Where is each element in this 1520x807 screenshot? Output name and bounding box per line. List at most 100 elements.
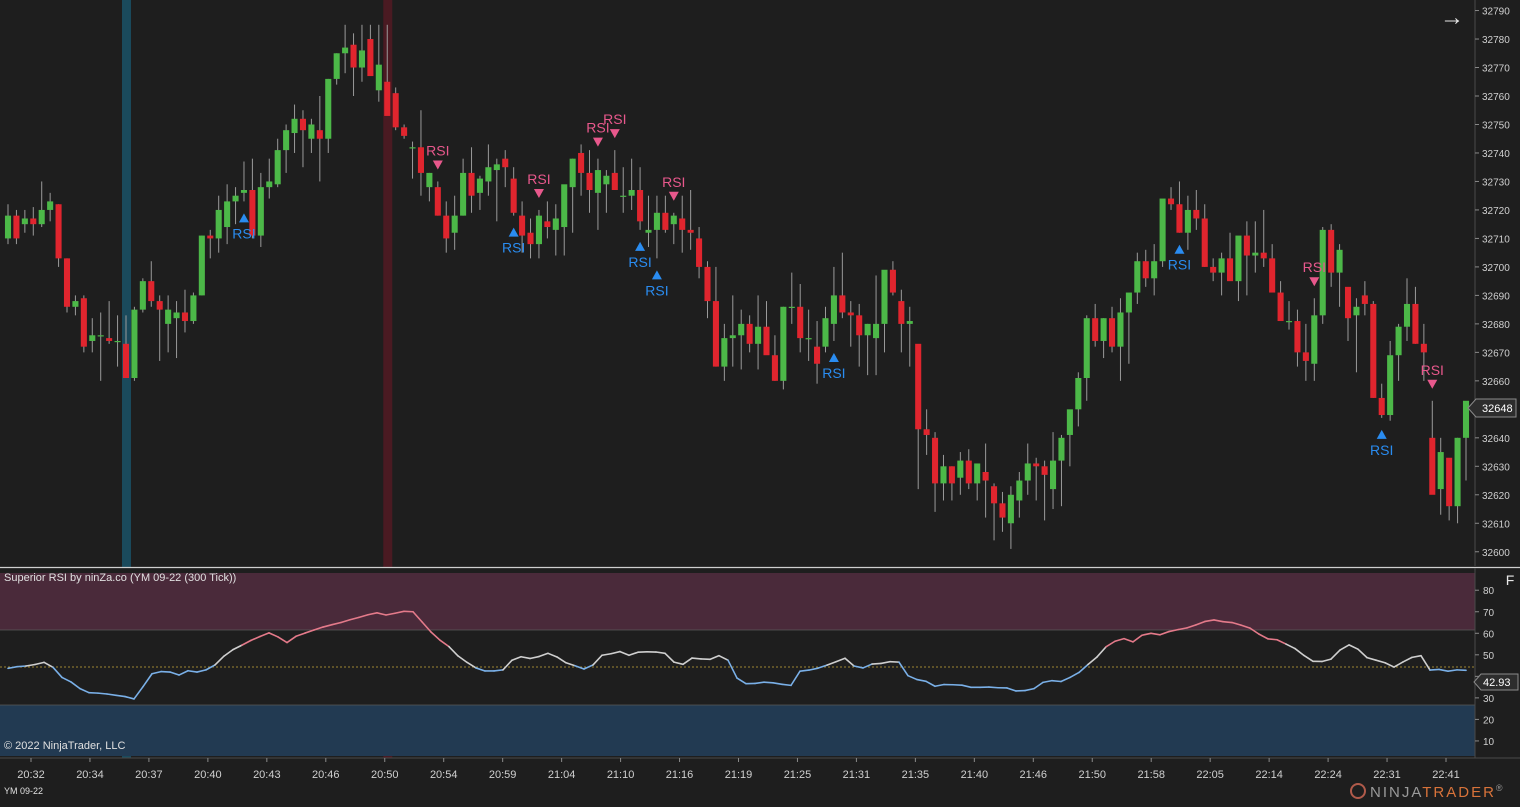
candle-up	[165, 310, 171, 324]
candle-down	[367, 39, 373, 76]
price-tick-label: 32750	[1482, 120, 1510, 131]
candle-up	[645, 230, 651, 233]
time-tick-label: 21:10	[607, 769, 635, 781]
candle-down	[932, 438, 938, 484]
time-tick-label: 20:32	[17, 769, 45, 781]
candle-up	[376, 65, 382, 91]
candle-up	[1185, 210, 1191, 233]
candle-up	[865, 324, 871, 335]
sell-signal-label: RSI	[586, 120, 609, 136]
candle-up	[224, 201, 230, 227]
scroll-right-arrow-icon[interactable]: →	[1440, 6, 1464, 30]
candle-up	[1252, 253, 1258, 256]
sell-signal-label: RSI	[426, 142, 449, 158]
rsi-segment	[1052, 681, 1061, 682]
ninjatrader-logo: NINJATRADER®	[1350, 783, 1505, 801]
oversold-zone	[0, 705, 1475, 756]
candle-down	[679, 218, 685, 229]
candle-up	[1353, 307, 1359, 316]
candle-up	[266, 181, 272, 187]
sell-signal-label: RSI	[1303, 259, 1326, 275]
candle-up	[907, 321, 913, 324]
candle-up	[1455, 438, 1461, 506]
candle-up	[258, 187, 264, 235]
candle-down	[443, 216, 449, 239]
candle-up	[1463, 401, 1469, 438]
candle-up	[1160, 199, 1166, 262]
brand-mark: ®	[1496, 783, 1505, 793]
time-tick-label: 22:41	[1432, 769, 1460, 781]
candle-up	[275, 150, 281, 184]
candle-down	[502, 159, 508, 168]
candle-down	[527, 233, 533, 244]
candle-up	[199, 236, 205, 296]
sell-signal-label: RSI	[662, 174, 685, 190]
candle-up	[1117, 312, 1123, 346]
candle-up	[1387, 355, 1393, 415]
candle-up	[654, 213, 660, 230]
candle-down	[1202, 218, 1208, 266]
candle-down	[207, 236, 213, 239]
rsi-tick-label: 60	[1483, 629, 1495, 640]
candle-down	[999, 503, 1005, 517]
candle-down	[1092, 318, 1098, 341]
chart-window: RSIRSIRSIRSIRSIRSIRSIRSIRSIRSIRSIRSIRSIR…	[0, 0, 1520, 802]
candle-down	[401, 127, 407, 136]
candle-up	[629, 190, 635, 196]
candle-up	[47, 201, 53, 210]
rsi-segment	[98, 693, 107, 694]
candle-up	[1008, 495, 1014, 523]
candle-down	[393, 93, 399, 127]
highlight-band	[122, 0, 131, 567]
chart-canvas[interactable]: RSIRSIRSIRSIRSIRSIRSIRSIRSIRSIRSIRSIRSIR…	[0, 0, 1520, 802]
candle-down	[890, 270, 896, 293]
brand-main: NINJA	[1370, 784, 1422, 801]
price-tick-label: 32720	[1482, 206, 1510, 217]
candle-down	[856, 315, 862, 335]
buy-signal-label: RSI	[1168, 257, 1191, 273]
candle-up	[822, 318, 828, 346]
candle-up	[1025, 463, 1031, 480]
candle-down	[1210, 267, 1216, 273]
candle-up	[1404, 304, 1410, 327]
buy-signal-label: RSI	[628, 254, 651, 270]
price-tick-label: 32770	[1482, 64, 1510, 75]
candle-up	[755, 327, 761, 344]
rsi-segment	[764, 682, 773, 683]
rsi-segment	[1223, 622, 1232, 623]
candle-up	[485, 167, 491, 181]
candle-down	[384, 82, 390, 116]
candle-down	[763, 327, 769, 355]
candle-down	[418, 147, 424, 173]
candle-up	[940, 466, 946, 483]
buy-signal-label: RSI	[822, 365, 845, 381]
candle-down	[1269, 258, 1275, 292]
candle-up	[1396, 327, 1402, 355]
price-tick-label: 32740	[1482, 149, 1510, 160]
candle-down	[182, 312, 188, 321]
candle-down	[915, 344, 921, 429]
candle-up	[1134, 261, 1140, 292]
candle-down	[688, 230, 694, 233]
candle-down	[468, 173, 474, 196]
price-tick-label: 32640	[1482, 434, 1510, 445]
candle-down	[519, 216, 525, 236]
rsi-tick-label: 80	[1483, 586, 1495, 597]
candle-down	[1446, 458, 1452, 506]
candle-down	[797, 307, 803, 338]
f-button[interactable]: F	[1500, 570, 1520, 590]
buy-signal-label: RSI	[232, 225, 255, 241]
candle-down	[814, 347, 820, 364]
buy-signal-label: RSI	[645, 282, 668, 298]
price-tick-label: 32710	[1482, 234, 1510, 245]
time-tick-label: 21:25	[784, 769, 812, 781]
buy-signal-label: RSI	[1370, 442, 1393, 458]
candle-up	[359, 50, 365, 67]
candle-down	[1168, 199, 1174, 205]
candle-up	[1016, 481, 1022, 501]
rsi-segment	[782, 684, 791, 685]
candle-up	[1235, 236, 1241, 282]
candle-down	[1303, 352, 1309, 361]
copyright-text: © 2022 NinjaTrader, LLC	[4, 740, 125, 752]
candle-up	[325, 79, 331, 139]
